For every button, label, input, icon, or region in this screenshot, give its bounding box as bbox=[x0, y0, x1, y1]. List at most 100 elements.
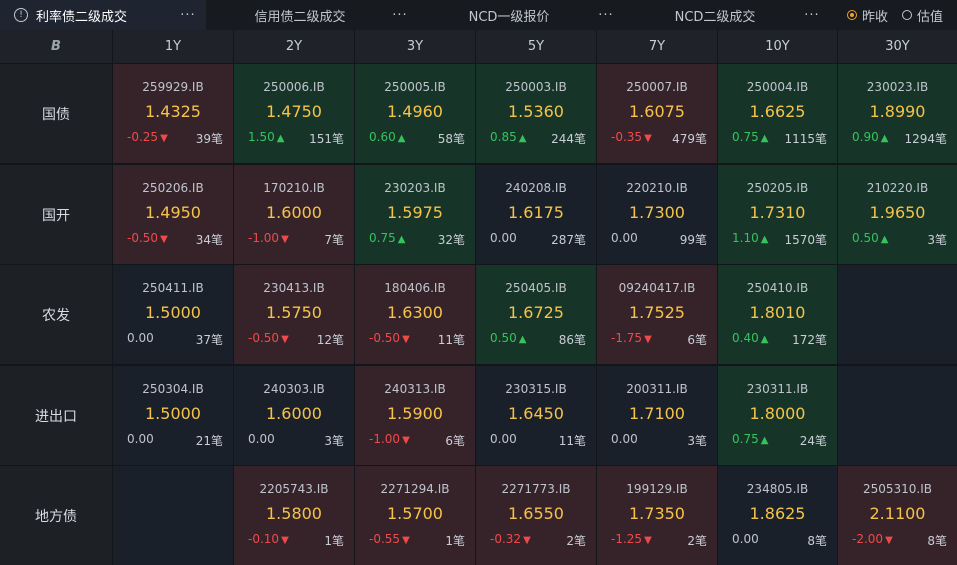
quote-cell[interactable]: 250003.IB 1.5360 0.85 ▲ 244笔 bbox=[476, 64, 596, 163]
quote-cell[interactable]: 250004.IB 1.6625 0.75 ▲ 1115笔 bbox=[718, 64, 837, 163]
trade-count: 2笔 bbox=[566, 534, 586, 548]
column-header-5y[interactable]: 5Y bbox=[476, 30, 596, 63]
yield-price: 1.6175 bbox=[508, 203, 564, 222]
row-label: 地方债 bbox=[0, 466, 112, 565]
change-value: 0.00 bbox=[611, 432, 638, 446]
bond-code: 230203.IB bbox=[384, 181, 446, 195]
change-value: -0.50 ▼ bbox=[369, 331, 410, 345]
column-header-7y[interactable]: 7Y bbox=[597, 30, 717, 63]
change-text: 0.00 bbox=[127, 432, 154, 446]
radio-prev-close[interactable]: 昨收 bbox=[846, 6, 888, 25]
bond-code: 250405.IB bbox=[505, 281, 567, 295]
quote-cell[interactable]: 250411.IB 1.5000 0.00 37笔 bbox=[113, 265, 233, 364]
change-value: 0.75 ▲ bbox=[732, 130, 768, 144]
radio-valuation[interactable]: 估值 bbox=[901, 6, 943, 25]
quote-cell[interactable]: 250006.IB 1.4750 1.50 ▲ 151笔 bbox=[234, 64, 354, 163]
bond-code: 240303.IB bbox=[263, 382, 325, 396]
trade-count: 12笔 bbox=[316, 333, 344, 347]
more-icon[interactable]: ··· bbox=[388, 8, 412, 23]
tab-ncd-secondary[interactable]: NCD二级成交 ··· bbox=[630, 0, 826, 30]
row-label: 农发 bbox=[0, 265, 112, 364]
quote-cell[interactable]: 230413.IB 1.5750 -0.50 ▼ 12笔 bbox=[234, 265, 354, 364]
trade-count: 479笔 bbox=[672, 132, 707, 146]
quote-cell[interactable]: 240208.IB 1.6175 0.00 287笔 bbox=[476, 165, 596, 264]
quote-cell[interactable]: 250405.IB 1.6725 0.50 ▲ 86笔 bbox=[476, 265, 596, 364]
quote-cell[interactable]: 199129.IB 1.7350 -1.25 ▼ 2笔 bbox=[597, 466, 717, 565]
change-text: 1.50 bbox=[248, 130, 275, 144]
column-header-3y[interactable]: 3Y bbox=[355, 30, 475, 63]
more-icon[interactable]: ··· bbox=[800, 8, 824, 23]
quote-cell[interactable]: 250005.IB 1.4960 0.60 ▲ 58笔 bbox=[355, 64, 475, 163]
quote-cell[interactable]: 2271773.IB 1.6550 -0.32 ▼ 2笔 bbox=[476, 466, 596, 565]
change-text: 0.40 bbox=[732, 331, 759, 345]
change-text: -1.25 bbox=[611, 532, 643, 546]
column-header-1y[interactable]: 1Y bbox=[113, 30, 233, 63]
trade-count: 37笔 bbox=[195, 333, 223, 347]
column-header-30y[interactable]: 30Y bbox=[838, 30, 957, 63]
quote-cell[interactable]: 234805.IB 1.8625 0.00 8笔 bbox=[718, 466, 837, 565]
quote-cell[interactable]: 230203.IB 1.5975 0.75 ▲ 32笔 bbox=[355, 165, 475, 264]
column-header-10y[interactable]: 10Y bbox=[718, 30, 837, 63]
yield-price: 1.7310 bbox=[749, 203, 806, 222]
bond-code: 259929.IB bbox=[142, 80, 204, 94]
yield-price: 1.7525 bbox=[629, 303, 685, 322]
quote-cell[interactable]: 180406.IB 1.6300 -0.50 ▼ 11笔 bbox=[355, 265, 475, 364]
tab-credit-bond-secondary[interactable]: 信用债二级成交 ··· bbox=[212, 0, 418, 30]
tab-ncd-primary-quote[interactable]: NCD一级报价 ··· bbox=[424, 0, 624, 30]
bond-code: 234805.IB bbox=[746, 482, 809, 496]
trade-count: 6笔 bbox=[687, 333, 707, 347]
quote-cell[interactable]: 250007.IB 1.6075 -0.35 ▼ 479笔 bbox=[597, 64, 717, 163]
quote-cell[interactable]: 240303.IB 1.6000 0.00 3笔 bbox=[234, 366, 354, 465]
quote-cell[interactable]: 230311.IB 1.8000 0.75 ▲ 24笔 bbox=[718, 366, 837, 465]
quote-cell[interactable]: 2505310.IB 2.1100 -2.00 ▼ 8笔 bbox=[838, 466, 957, 565]
change-text: 0.60 bbox=[369, 130, 396, 144]
quote-cell[interactable]: 240313.IB 1.5900 -1.00 ▼ 6笔 bbox=[355, 366, 475, 465]
tab-rate-bond-secondary[interactable]: ! 利率债二级成交 ··· bbox=[0, 0, 206, 30]
quote-cell[interactable]: 250206.IB 1.4950 -0.50 ▼ 34笔 bbox=[113, 165, 233, 264]
more-icon[interactable]: ··· bbox=[594, 8, 618, 23]
info-icon[interactable]: ! bbox=[14, 8, 28, 22]
quote-cell[interactable]: 200311.IB 1.7100 0.00 3笔 bbox=[597, 366, 717, 465]
yield-price: 1.5750 bbox=[266, 303, 322, 322]
trade-count: 39笔 bbox=[195, 132, 223, 146]
change-text: 0.85 bbox=[490, 130, 517, 144]
column-header-2y[interactable]: 2Y bbox=[234, 30, 354, 63]
change-value: 0.50 ▲ bbox=[490, 331, 526, 345]
quote-cell[interactable]: 250205.IB 1.7310 1.10 ▲ 1570笔 bbox=[718, 165, 837, 264]
trade-count: 7笔 bbox=[324, 233, 344, 247]
quote-cell[interactable]: 170210.IB 1.6000 -1.00 ▼ 7笔 bbox=[234, 165, 354, 264]
trade-count: 2笔 bbox=[687, 534, 707, 548]
bond-code: 240313.IB bbox=[384, 382, 446, 396]
trade-count: 34笔 bbox=[195, 233, 223, 247]
tab-label: NCD二级成交 bbox=[674, 9, 756, 25]
yield-price: 1.4950 bbox=[145, 203, 201, 222]
bond-code: 250304.IB bbox=[142, 382, 204, 396]
quote-cell[interactable]: 09240417.IB 1.7525 -1.75 ▼ 6笔 bbox=[597, 265, 717, 364]
change-text: 1.10 bbox=[732, 231, 759, 245]
yield-price: 1.5000 bbox=[145, 404, 201, 423]
change-text: -1.00 bbox=[369, 432, 401, 446]
arrow-up-icon: ▲ bbox=[880, 234, 889, 245]
bond-code: 250004.IB bbox=[746, 80, 809, 94]
quote-cell[interactable]: 230315.IB 1.6450 0.00 11笔 bbox=[476, 366, 596, 465]
quote-cell[interactable]: 210220.IB 1.9650 0.50 ▲ 3笔 bbox=[838, 165, 957, 264]
change-value: -0.50 ▼ bbox=[248, 331, 289, 345]
arrow-up-icon: ▲ bbox=[760, 133, 769, 144]
change-text: 0.75 bbox=[369, 231, 396, 245]
tab-label: NCD一级报价 bbox=[468, 9, 550, 25]
quote-cell[interactable]: 230023.IB 1.8990 0.90 ▲ 1294笔 bbox=[838, 64, 957, 163]
arrow-up-icon: ▲ bbox=[760, 435, 769, 446]
arrow-down-icon: ▼ bbox=[160, 234, 168, 245]
quote-cell[interactable]: 259929.IB 1.4325 -0.25 ▼ 39笔 bbox=[113, 64, 233, 163]
trade-count: 11笔 bbox=[437, 333, 465, 347]
quote-cell[interactable]: 220210.IB 1.7300 0.00 99笔 bbox=[597, 165, 717, 264]
more-icon[interactable]: ··· bbox=[176, 8, 200, 23]
change-value: 0.50 ▲ bbox=[852, 231, 888, 245]
quote-cell[interactable]: 250304.IB 1.5000 0.00 21笔 bbox=[113, 366, 233, 465]
quote-cell[interactable]: 250410.IB 1.8010 0.40 ▲ 172笔 bbox=[718, 265, 837, 364]
quote-cell[interactable]: 2271294.IB 1.5700 -0.55 ▼ 1笔 bbox=[355, 466, 475, 565]
quote-cell[interactable]: 2205743.IB 1.5800 -0.10 ▼ 1笔 bbox=[234, 466, 354, 565]
change-value: 1.50 ▲ bbox=[248, 130, 284, 144]
bond-code: 2505310.IB bbox=[862, 482, 933, 496]
change-text: -0.25 bbox=[127, 130, 159, 144]
